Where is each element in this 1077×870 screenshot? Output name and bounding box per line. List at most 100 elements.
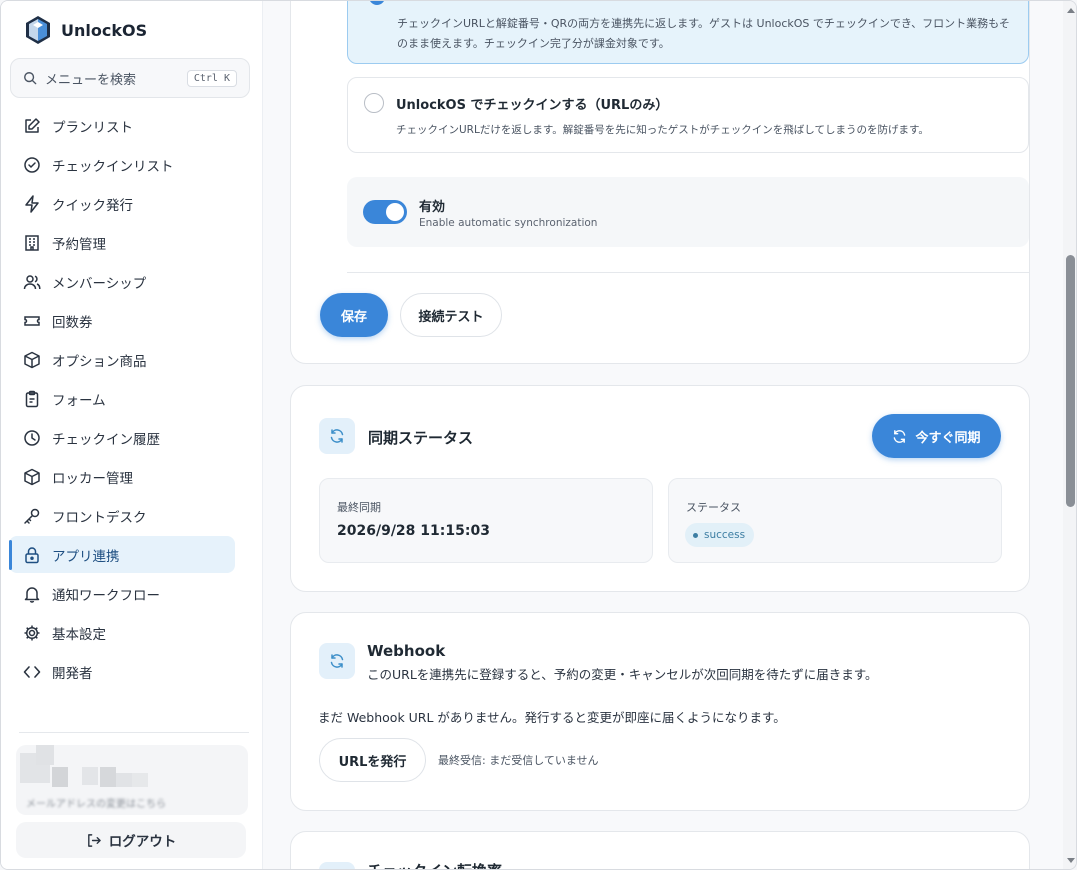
status-value: success bbox=[704, 529, 746, 541]
divider bbox=[347, 272, 1029, 273]
issue-url-label: URLを発行 bbox=[338, 754, 407, 770]
locker-icon bbox=[24, 468, 40, 485]
sidebar-item-forms[interactable]: フォーム bbox=[9, 380, 235, 417]
connection-test-button[interactable]: 接続テスト bbox=[400, 293, 502, 337]
account-subtitle: メールアドレスの変更はこちら bbox=[26, 799, 166, 810]
webhook-note: まだ Webhook URL がありません。発行すると変更が即座に届くようになり… bbox=[318, 710, 786, 725]
sync-status-title: 同期ステータス bbox=[368, 429, 474, 447]
box-icon bbox=[24, 351, 40, 368]
redacted-block bbox=[100, 767, 116, 787]
save-label: 保存 bbox=[340, 309, 367, 325]
toggle-subtitle: Enable automatic synchronization bbox=[419, 217, 598, 229]
sidebar-item-label: チェックイン履歴 bbox=[52, 431, 160, 448]
option-url-only[interactable]: UnlockOS でチェックインする（URLのみ） チェックインURLだけを返し… bbox=[347, 77, 1029, 153]
sidebar-item-checkin-history[interactable]: チェックイン履歴 bbox=[9, 419, 235, 456]
account-card[interactable]: メールアドレスの変更はこちら bbox=[16, 745, 248, 815]
last-received-text: 最終受信: まだ受信していません bbox=[438, 754, 599, 767]
sidebar-item-label: 回数券 bbox=[52, 314, 93, 331]
refresh-icon bbox=[330, 654, 344, 668]
bell-icon bbox=[24, 586, 40, 603]
sidebar-item-developer[interactable]: 開発者 bbox=[9, 653, 235, 690]
radio-selected[interactable] bbox=[369, 1, 385, 5]
webhook-card: Webhook このURLを連携先に登録すると、予約の変更・キャンセルが次回同期… bbox=[290, 612, 1030, 811]
sidebar-item-app-integration[interactable]: アプリ連携 bbox=[9, 536, 235, 573]
status-label: ステータス bbox=[686, 501, 741, 514]
sidebar-item-basic-settings[interactable]: 基本設定 bbox=[9, 614, 235, 651]
sidebar: UnlockOS メニューを検索 Ctrl K プランリスト チェックインリスト… bbox=[1, 1, 263, 869]
sidebar-item-label: フロントデスク bbox=[52, 509, 147, 526]
webhook-subtitle: このURLを連携先に登録すると、予約の変更・キャンセルが次回同期を待たずに届きま… bbox=[367, 667, 878, 682]
logout-button[interactable]: ログアウト bbox=[16, 822, 246, 858]
building-icon bbox=[25, 234, 39, 251]
users-icon bbox=[23, 274, 41, 289]
save-button[interactable]: 保存 bbox=[320, 293, 388, 337]
option-title: UnlockOS でチェックインする（URLのみ） bbox=[396, 98, 669, 113]
scroll-down-arrow-icon[interactable] bbox=[1067, 858, 1075, 863]
sidebar-divider bbox=[19, 732, 249, 733]
status-badge: success bbox=[685, 523, 755, 547]
clipboard-icon bbox=[25, 390, 39, 407]
sidebar-item-checkin-list[interactable]: チェックインリスト bbox=[9, 146, 235, 183]
integration-settings-card: チェックインURLと解錠番号・QRの両方を連携先に返します。ゲストは Unloc… bbox=[290, 1, 1030, 364]
scroll-up-arrow-icon[interactable] bbox=[1067, 8, 1075, 13]
sync-icon-tile bbox=[319, 418, 355, 454]
sidebar-item-label: アプリ連携 bbox=[52, 548, 120, 565]
main-content: チェックインURLと解錠番号・QRの両方を連携先に返します。ゲストは Unloc… bbox=[263, 1, 1063, 869]
brand[interactable]: UnlockOS bbox=[25, 15, 147, 45]
sidebar-item-label: クイック発行 bbox=[52, 197, 133, 214]
toggle-title: 有効 bbox=[419, 200, 446, 215]
sidebar-item-coupon-tickets[interactable]: 回数券 bbox=[9, 302, 235, 339]
code-icon bbox=[23, 665, 41, 678]
sidebar-item-option-products[interactable]: オプション商品 bbox=[9, 341, 235, 378]
option-description: チェックインURLと解錠番号・QRの両方を連携先に返します。ゲストは Unloc… bbox=[397, 17, 1010, 50]
sidebar-item-label: メンバーシップ bbox=[52, 275, 147, 292]
sidebar-item-membership[interactable]: メンバーシップ bbox=[9, 263, 235, 300]
brand-logo-icon bbox=[26, 16, 50, 44]
sync-now-button[interactable]: 今すぐ同期 bbox=[872, 414, 1001, 458]
redacted-block bbox=[36, 745, 54, 765]
radio-url-only[interactable] bbox=[364, 93, 384, 113]
sync-enabled-toggle[interactable] bbox=[363, 200, 407, 224]
status-dot bbox=[693, 532, 698, 538]
sidebar-item-label: 開発者 bbox=[52, 665, 93, 682]
logout-icon bbox=[87, 833, 101, 847]
redacted-block bbox=[82, 767, 98, 785]
refresh-icon bbox=[894, 429, 906, 443]
status-box: ステータス success bbox=[668, 478, 1002, 563]
sync-toggle-panel: 有効 Enable automatic synchronization bbox=[347, 177, 1029, 247]
sidebar-item-label: 予約管理 bbox=[52, 236, 106, 253]
sidebar-item-locker-management[interactable]: ロッカー管理 bbox=[9, 458, 235, 495]
lock-icon bbox=[25, 546, 39, 563]
sidebar-item-label: フォーム bbox=[52, 392, 106, 409]
sidebar-item-reservations[interactable]: 予約管理 bbox=[9, 224, 235, 261]
sidebar-item-label: プランリスト bbox=[52, 119, 133, 136]
key-icon bbox=[24, 508, 40, 524]
sidebar-item-plan-list[interactable]: プランリスト bbox=[9, 107, 235, 144]
sidebar-item-front-desk[interactable]: フロントデスク bbox=[9, 497, 235, 534]
sidebar-item-label: チェックインリスト bbox=[52, 158, 174, 175]
app-name: UnlockOS bbox=[61, 20, 148, 40]
option-description: チェックインURLだけを返します。解錠番号を先に知ったゲストがチェックインを飛ば… bbox=[396, 124, 929, 136]
app-window: UnlockOS メニューを検索 Ctrl K プランリスト チェックインリスト… bbox=[0, 0, 1077, 870]
option-url-and-unlock[interactable]: チェックインURLと解錠番号・QRの両方を連携先に返します。ゲストは Unloc… bbox=[347, 1, 1029, 64]
scrollbar-thumb[interactable] bbox=[1066, 255, 1075, 507]
conversion-title: チェックイン転換率 bbox=[367, 860, 502, 869]
sidebar-item-quick-issue[interactable]: クイック発行 bbox=[9, 185, 235, 222]
checkin-conversion-card: チェックイン転換率 bbox=[290, 831, 1030, 869]
sidebar-item-notification-workflow[interactable]: 通知ワークフロー bbox=[9, 575, 235, 612]
sidebar-item-label: 基本設定 bbox=[52, 626, 106, 643]
gear-icon bbox=[24, 625, 40, 640]
issue-url-button[interactable]: URLを発行 bbox=[319, 738, 426, 782]
sidebar-nav: プランリスト チェックインリスト クイック発行 予約管理 メンバーシップ 回数券 bbox=[9, 107, 235, 692]
sync-now-label: 今すぐ同期 bbox=[915, 430, 981, 446]
webhook-title: Webhook bbox=[367, 642, 446, 660]
main-scrollbar[interactable] bbox=[1063, 1, 1076, 869]
redacted-block bbox=[52, 767, 68, 787]
connection-test-label: 接続テスト bbox=[418, 309, 484, 325]
search-icon bbox=[24, 72, 37, 85]
last-sync-box: 最終同期 2026/9/28 11:15:03 bbox=[319, 478, 653, 563]
search-shortcut-badge: Ctrl K bbox=[186, 69, 237, 87]
sidebar-item-label: オプション商品 bbox=[52, 353, 147, 370]
webhook-icon-tile bbox=[319, 643, 355, 679]
menu-search-input[interactable]: メニューを検索 Ctrl K bbox=[10, 58, 250, 98]
